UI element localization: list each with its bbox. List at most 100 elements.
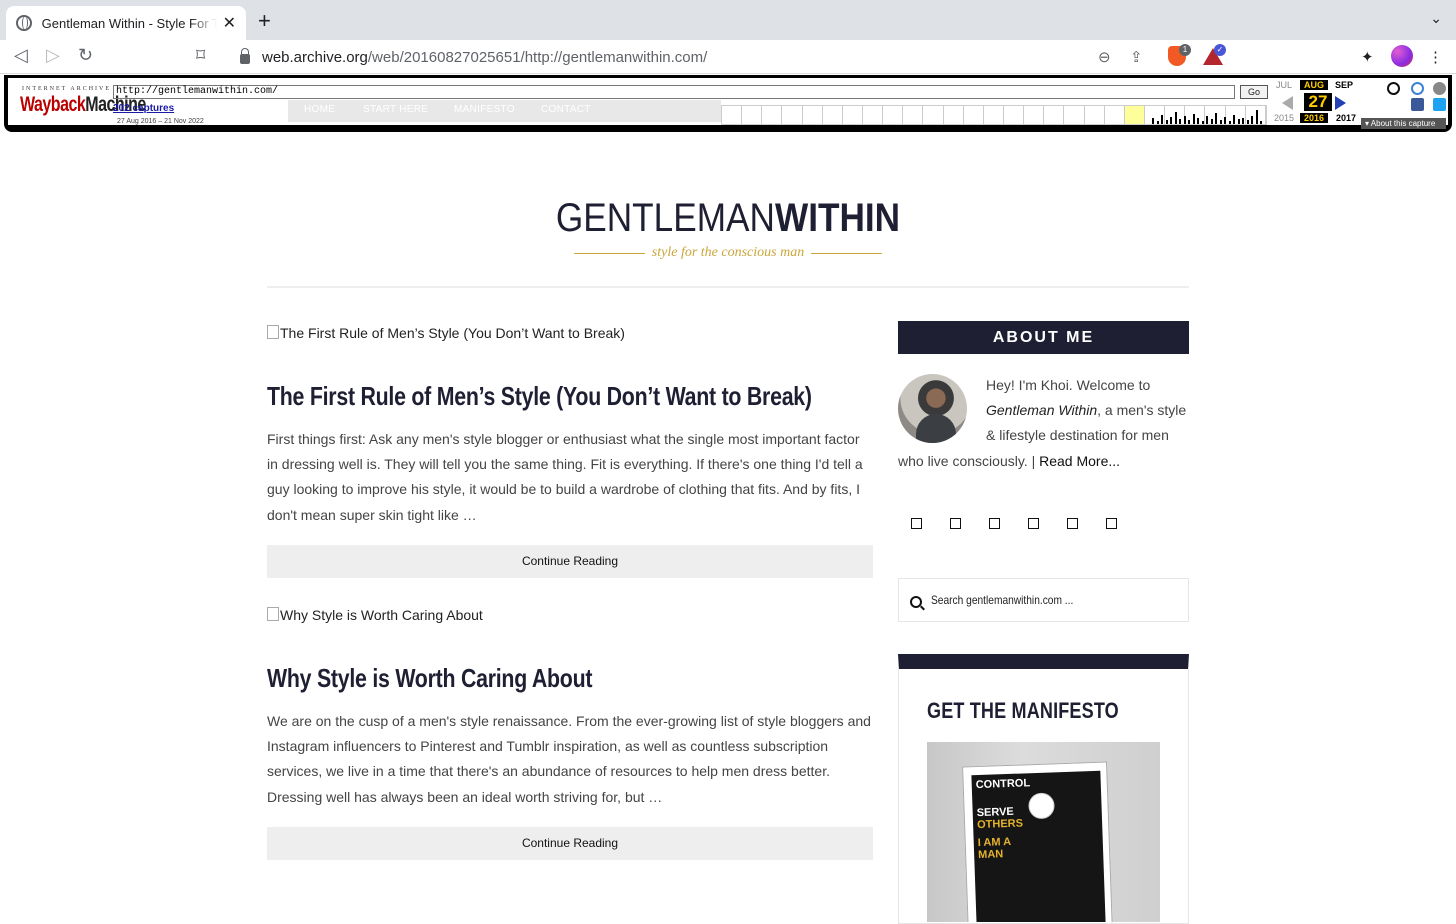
post-1-broken-image[interactable]: The First Rule of Men’s Style (You Don’t…	[267, 325, 625, 341]
prev-year[interactable]: 2015	[1270, 113, 1298, 123]
sparkline-month[interactable]	[782, 106, 803, 124]
profile-avatar[interactable]	[1391, 45, 1413, 67]
post-2-continue-button[interactable]: Continue Reading	[267, 827, 873, 860]
sparkline-bar	[1197, 118, 1199, 124]
social-icon-6[interactable]	[1106, 518, 1117, 529]
next-capture-arrow-icon[interactable]	[1335, 96, 1346, 110]
sparkline-bar	[1179, 119, 1181, 124]
sparkline-month[interactable]	[742, 106, 763, 124]
poster-frame: CONTROL SERVE OTHERS I AM A MAN	[962, 761, 1113, 922]
social-icon-1[interactable]	[911, 518, 922, 529]
ghost-nav-start[interactable]: START HERE	[363, 104, 428, 115]
sparkline-bar	[1242, 118, 1244, 124]
sparkline-bar	[1233, 115, 1235, 124]
sparkline-month[interactable]	[1004, 106, 1025, 124]
wayback-go-button[interactable]: Go	[1240, 85, 1268, 99]
browser-toolbar: ◁ ▷ ↻ ⌑ web.archive.org/web/201608270256…	[0, 40, 1456, 74]
site-logo[interactable]: GENTLEMANWITHIN	[87, 196, 1368, 241]
social-icon-3[interactable]	[989, 518, 1000, 529]
social-icon-4[interactable]	[1028, 518, 1039, 529]
prev-month[interactable]: JUL	[1270, 80, 1298, 90]
sparkline-bar	[1206, 116, 1208, 124]
back-arrow-icon[interactable]: ◁	[14, 45, 28, 66]
help-icon[interactable]	[1411, 82, 1424, 95]
close-icon[interactable]: ✕	[223, 13, 236, 33]
url-path: /web/20160827025651/http://gentlemanwith…	[367, 48, 708, 66]
sparkline-bar	[1219, 120, 1222, 124]
about-capture-button[interactable]: ▾ About this capture	[1361, 118, 1446, 129]
sparkline-month[interactable]	[1024, 106, 1045, 124]
sparkline-bar	[1224, 117, 1226, 124]
sparkline-month[interactable]	[803, 106, 823, 124]
cur-year: 2016	[1300, 113, 1328, 123]
sidebar-search-input[interactable]: Search gentlemanwithin.com ...	[898, 578, 1189, 622]
sparkline-bar	[1215, 113, 1217, 124]
sparkline-month[interactable]	[1124, 106, 1145, 124]
sparkline-bar	[1237, 119, 1240, 124]
sparkline-month[interactable]	[1044, 106, 1065, 124]
about-me-heading: ABOUT ME	[898, 321, 1189, 354]
sparkline-month[interactable]	[944, 106, 964, 124]
ghost-nav-contact[interactable]: CONTACT	[541, 104, 591, 115]
sparkline-month[interactable]	[1085, 106, 1105, 124]
prev-capture-arrow-icon[interactable]	[1282, 96, 1293, 110]
extensions-puzzle-icon[interactable]: ✦	[1361, 48, 1374, 66]
browser-tab[interactable]: Gentleman Within - Style For The Conscio…	[6, 6, 246, 40]
tagline-row: style for the conscious man	[574, 244, 883, 262]
sparkline-bar	[1156, 121, 1159, 124]
forward-arrow-icon[interactable]: ▷	[46, 45, 60, 66]
next-year[interactable]: 2017	[1332, 113, 1360, 123]
social-icon-5[interactable]	[1067, 518, 1078, 529]
captures-link[interactable]: 202 captures	[113, 103, 174, 114]
new-tab-plus-icon[interactable]: +	[258, 8, 271, 34]
post-1-continue-button[interactable]: Continue Reading	[267, 545, 873, 578]
logo-part-a: Wayback	[20, 94, 86, 117]
capture-date-range: 27 Aug 2016 – 21 Nov 2022	[117, 118, 204, 125]
sparkline-bar	[1161, 115, 1163, 124]
post-2-excerpt: We are on the cusp of a men's style rena…	[267, 713, 871, 805]
sparkline-month[interactable]	[863, 106, 884, 124]
chevron-down-icon[interactable]: ⌄	[1430, 10, 1442, 27]
sparkline-month[interactable]	[903, 106, 924, 124]
social-icon-2[interactable]	[950, 518, 961, 529]
about-me-text: Hey! I'm Khoi. Welcome to Gentleman With…	[898, 373, 1189, 474]
wayback-url-input[interactable]: http://gentlemanwithin.com/	[113, 85, 1235, 99]
menu-kebab-icon[interactable]: ⋮	[1428, 48, 1443, 66]
cur-month: AUG	[1300, 80, 1328, 90]
sparkline-bar	[1183, 116, 1186, 124]
sparkline-month[interactable]	[823, 106, 843, 124]
ghost-nav-manifesto[interactable]: MANIFESTO	[454, 104, 515, 115]
twitter-icon[interactable]	[1433, 98, 1446, 111]
reload-icon[interactable]: ↻	[78, 45, 93, 66]
sparkline-month[interactable]	[964, 106, 984, 124]
sparkline-bar	[1174, 112, 1177, 124]
sparkline-bar	[1260, 121, 1262, 124]
post-1-title[interactable]: The First Rule of Men’s Style (You Don’t…	[267, 381, 812, 412]
share-icon[interactable]: ⇪	[1130, 48, 1143, 66]
read-more-link[interactable]: Read More...	[1039, 453, 1120, 469]
ghost-nav-home[interactable]: HOME	[304, 104, 335, 115]
close-banner-icon[interactable]	[1433, 82, 1446, 95]
sparkline-bar	[1152, 118, 1154, 124]
sparkline-month[interactable]	[1064, 106, 1085, 124]
sparkline-month[interactable]	[1105, 106, 1125, 124]
post-2-broken-image[interactable]: Why Style is Worth Caring About	[267, 607, 483, 623]
facebook-icon[interactable]	[1411, 98, 1424, 111]
tab-strip: Gentleman Within - Style For The Conscio…	[0, 0, 1456, 40]
sparkline-month[interactable]	[883, 106, 904, 124]
zoom-icon[interactable]: ⊖	[1098, 48, 1111, 66]
sparkline-month[interactable]	[762, 106, 783, 124]
bookmark-icon[interactable]: ⌑	[196, 45, 205, 66]
globe-icon	[16, 15, 32, 31]
sparkline-bar	[1192, 114, 1195, 124]
sparkline-month[interactable]	[843, 106, 863, 124]
sparkline-month[interactable]	[722, 106, 743, 124]
sparkline-month[interactable]	[984, 106, 1004, 124]
account-icon[interactable]	[1387, 82, 1400, 95]
next-month[interactable]: SEP	[1330, 80, 1358, 90]
cur-day: 27	[1304, 93, 1332, 111]
post-2-title[interactable]: Why Style is Worth Caring About	[267, 663, 592, 694]
manifesto-poster-image[interactable]: CONTROL SERVE OTHERS I AM A MAN	[927, 742, 1160, 922]
sparkline-month[interactable]	[923, 106, 944, 124]
capture-sparkline[interactable]	[721, 105, 1267, 125]
